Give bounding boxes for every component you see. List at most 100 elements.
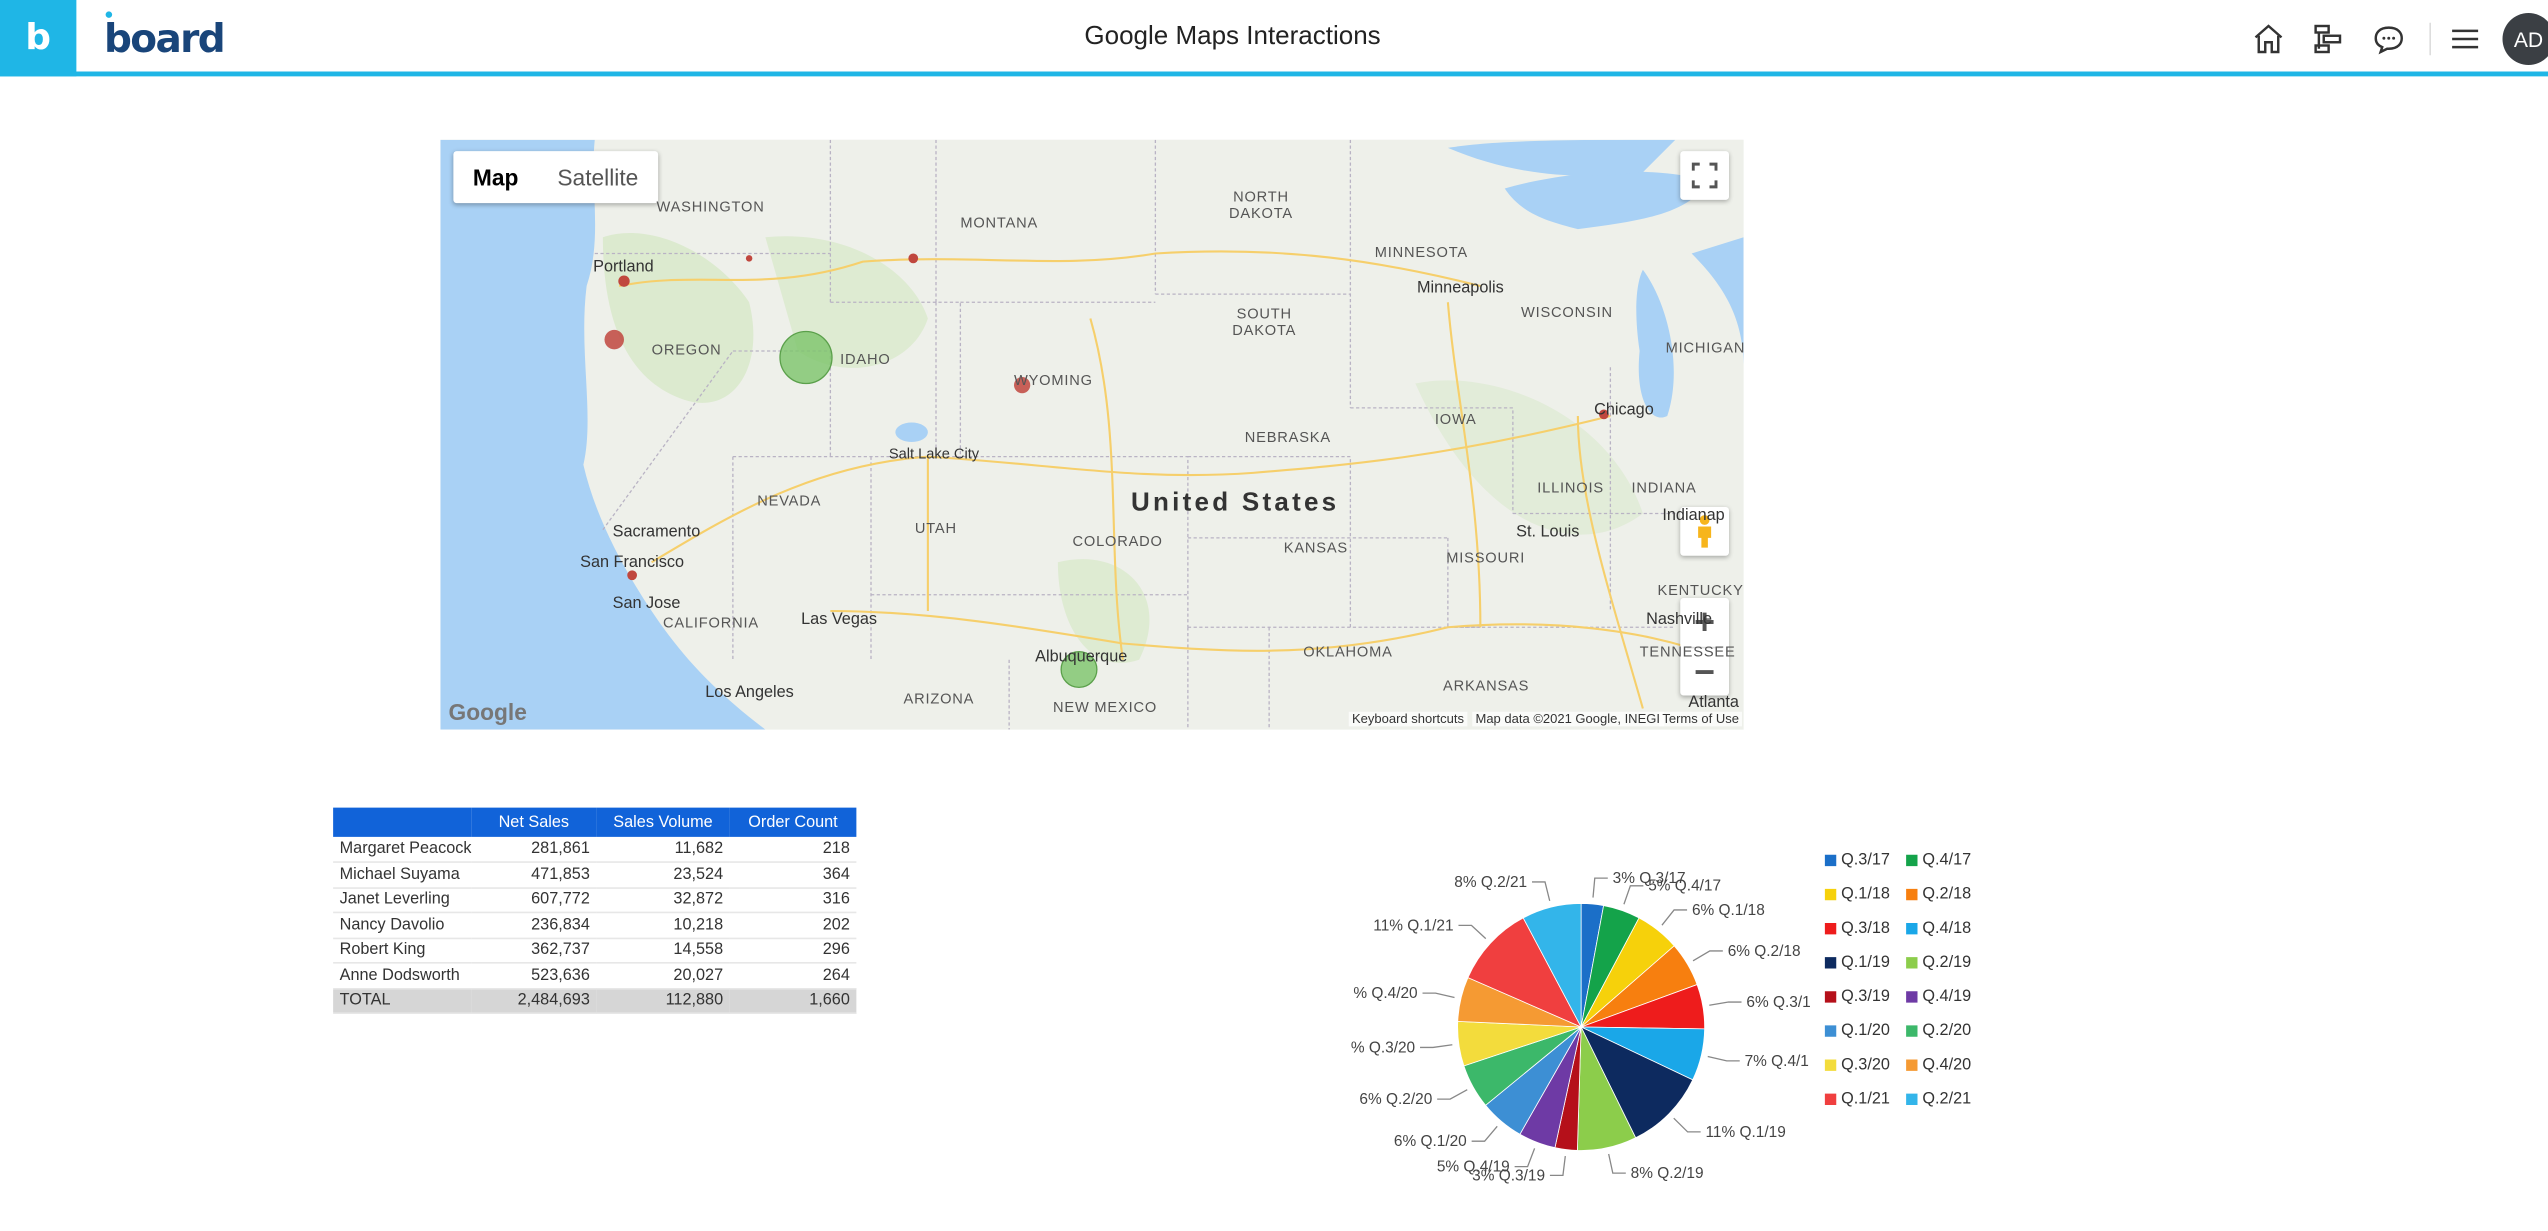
- table-row[interactable]: Michael Suyama 471,853 23,524 364: [333, 862, 857, 889]
- map-terrain: [440, 139, 1744, 730]
- table-row[interactable]: Janet Leverling 607,772 32,872 316: [333, 887, 857, 914]
- legend-item[interactable]: Q.1/21: [1824, 1090, 1890, 1108]
- state-label: WISCONSIN: [1521, 303, 1613, 321]
- pie-leader-line: [1437, 1089, 1468, 1100]
- legend-swatch: [1824, 1093, 1837, 1105]
- state-label: MINNESOTA: [1374, 243, 1468, 260]
- state-label: NEBRASKA: [1244, 429, 1331, 446]
- pie-leader-line: [1471, 1125, 1498, 1142]
- legend-label: Q.3/17: [1841, 851, 1890, 870]
- country-label: United States: [1131, 489, 1340, 517]
- map-type-control[interactable]: Map Satellite: [453, 151, 658, 204]
- legend-item[interactable]: Q.4/18: [1906, 920, 1971, 938]
- city-label: Las Vegas: [801, 611, 878, 629]
- page-title: Google Maps Interactions: [1084, 22, 1381, 51]
- pie-data-label: 8% Q.2/21: [1454, 874, 1527, 891]
- total-label: TOTAL: [333, 988, 472, 1014]
- legend-item[interactable]: Q.3/20: [1824, 1056, 1890, 1075]
- avatar[interactable]: AD: [2502, 13, 2548, 65]
- state-label: ILLINOIS: [1537, 479, 1604, 496]
- menu-icon[interactable]: [2447, 21, 2483, 57]
- legend-item[interactable]: Q.3/17: [1824, 851, 1890, 870]
- column-header[interactable]: [333, 807, 472, 837]
- state-label: NEVADA: [757, 492, 822, 509]
- pie-leader-line: [1608, 1153, 1626, 1174]
- legend-label: Q.4/19: [1922, 988, 1972, 1006]
- legend-item[interactable]: Q.3/18: [1824, 920, 1890, 938]
- pie-data-label: 6% Q.1/18: [1692, 902, 1765, 919]
- table-row[interactable]: Robert King 362,737 14,558 296: [333, 937, 857, 964]
- map-type-satellite[interactable]: Satellite: [538, 151, 658, 203]
- pie-chart: 3% Q.3/175% Q.4/176% Q.1/186% Q.2/186% Q…: [1351, 870, 1811, 1184]
- legend-label: Q.3/19: [1841, 988, 1890, 1006]
- state-label: MICHIGAN: [1665, 339, 1744, 356]
- state-label: SOUTH DAKOTA: [1232, 305, 1297, 339]
- state-label: IDAHO: [840, 351, 891, 368]
- legend-item[interactable]: Q.4/20: [1906, 1056, 1971, 1074]
- legend-label: Q.1/18: [1841, 885, 1890, 904]
- legend-swatch: [1906, 922, 1918, 935]
- map-type-map[interactable]: Map: [453, 151, 538, 203]
- legend-item[interactable]: Q.2/21: [1906, 1090, 1971, 1108]
- city-label: Los Angeles: [705, 684, 794, 702]
- pie-leader-line: [1709, 1001, 1742, 1006]
- legend-item[interactable]: Q.2/19: [1906, 954, 1971, 972]
- legend-item[interactable]: Q.4/19: [1906, 988, 1971, 1006]
- legend-label: Q.1/20: [1841, 1022, 1890, 1040]
- net-sales-cell: 362,737: [471, 937, 597, 964]
- column-header[interactable]: Order Count: [729, 807, 857, 837]
- chat-icon[interactable]: [2371, 21, 2407, 57]
- pie-leader-line: [1458, 924, 1487, 940]
- legend-swatch: [1824, 1059, 1837, 1071]
- pie-data-label: 8% Q.2/19: [1631, 1165, 1704, 1182]
- total-sales-volume: 112,880: [596, 988, 730, 1014]
- table-row[interactable]: Margaret Peacock 281,861 11,682 218: [333, 836, 857, 863]
- google-logo: Google: [448, 698, 527, 725]
- home-icon[interactable]: [2251, 21, 2287, 57]
- city-label: St. Louis: [1516, 523, 1580, 542]
- legend-item[interactable]: Q.2/20: [1906, 1022, 1971, 1040]
- keyboard-shortcuts-link[interactable]: Keyboard shortcuts: [1348, 711, 1468, 727]
- pie-leader-line: [1623, 885, 1644, 905]
- legend-swatch: [1824, 991, 1837, 1003]
- table-row[interactable]: Nancy Davolio 236,834 10,218 202: [333, 912, 857, 939]
- sales-table: Net Sales Sales Volume Order Count Marga…: [333, 807, 857, 1014]
- city-label: Salt Lake City: [888, 445, 980, 462]
- pie-leader-line: [1532, 881, 1551, 902]
- row-name: Michael Suyama: [333, 862, 472, 889]
- sales-volume-cell: 32,872: [596, 887, 730, 914]
- net-sales-cell: 281,861: [471, 836, 597, 863]
- terms-of-use-link[interactable]: Terms of Use: [1659, 711, 1743, 727]
- legend-item[interactable]: Q.4/17: [1906, 852, 1971, 869]
- legend-swatch: [1906, 1093, 1918, 1105]
- sales-volume-cell: 23,524: [596, 862, 730, 889]
- legend-swatch: [1906, 956, 1918, 969]
- city-label: Sacramento: [612, 523, 701, 542]
- legend-swatch: [1906, 1025, 1918, 1037]
- hierarchy-icon[interactable]: [2311, 21, 2347, 57]
- column-header[interactable]: Sales Volume: [596, 807, 730, 837]
- pie-data-label: 6% Q.2/18: [1728, 943, 1801, 960]
- legend-label: Q.3/20: [1841, 1056, 1890, 1075]
- table-row[interactable]: Anne Dodsworth 523,636 20,027 264: [333, 962, 857, 989]
- legend-item[interactable]: Q.1/18: [1824, 885, 1890, 904]
- pie-data-label: 11% Q.1/19: [1706, 1124, 1786, 1141]
- legend-label: Q.1/19: [1841, 953, 1890, 972]
- legend-item[interactable]: Q.2/18: [1906, 886, 1971, 904]
- fullscreen-icon[interactable]: [1680, 151, 1729, 200]
- legend-item[interactable]: Q.3/19: [1824, 988, 1890, 1006]
- city-label: San Francisco: [580, 554, 684, 572]
- state-label: COLORADO: [1072, 533, 1163, 550]
- state-label: INDIANA: [1631, 479, 1697, 496]
- pie-leader-line: [1422, 992, 1455, 999]
- column-header[interactable]: Net Sales: [471, 807, 597, 837]
- legend-item[interactable]: Q.1/20: [1824, 1022, 1890, 1040]
- state-label: MISSOURI: [1446, 549, 1526, 566]
- pie-leader-line: [1707, 1055, 1740, 1062]
- state-label: MONTANA: [960, 214, 1039, 231]
- legend-item[interactable]: Q.1/19: [1824, 953, 1890, 972]
- pie-data-label: 6% Q.1/20: [1394, 1133, 1467, 1150]
- map-view[interactable]: Map Satellite + − WASHINGTON MONTANA NOR…: [440, 139, 1744, 730]
- pie-leader-line: [1420, 1044, 1453, 1049]
- map-data-attribution: Map data ©2021 Google, INEGI: [1472, 711, 1664, 727]
